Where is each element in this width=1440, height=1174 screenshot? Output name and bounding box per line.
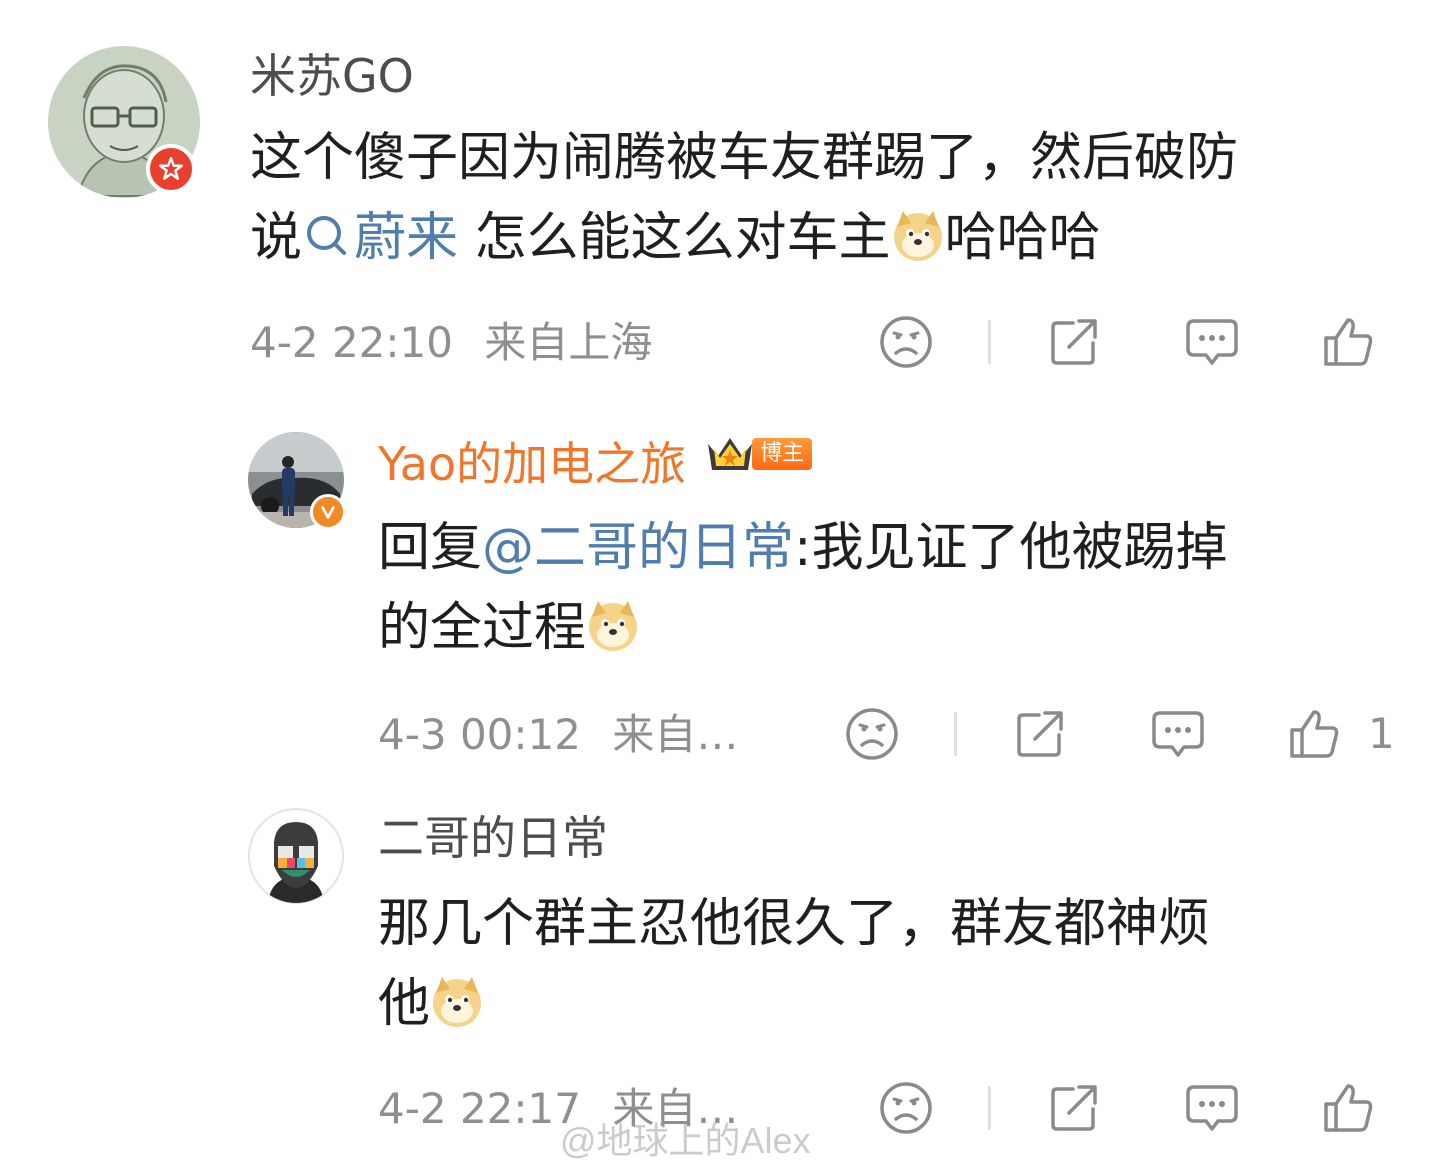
dislike-button[interactable] [876,1080,936,1136]
divider [988,1086,991,1130]
comment-meta: 4-3 00:12 来自… [378,710,738,760]
author-name[interactable]: Yao的加电之旅 博主 [378,434,813,492]
like-button[interactable] [1318,314,1378,370]
thumbs-up-icon [1290,710,1339,758]
comment-text: 这个傻子因为闹腾被车友群踢了，然后破防 说蔚来 怎么能这么对车主 哈哈哈 [250,118,1410,278]
timestamp: 4-2 22:17 [378,1084,581,1133]
doge-emoji-icon [589,601,638,651]
red-star-badge-icon [146,144,196,194]
watermark: @地球上的Alex [560,1120,811,1161]
comment-text-part: 哈哈哈 [944,208,1101,268]
avatar[interactable] [248,808,344,904]
action-bar [860,314,1420,370]
location: 来自… [612,710,739,759]
author-name-label: Yao的加电之旅 [378,437,687,491]
avatar[interactable] [248,432,346,530]
comment-text: 回复@二哥的日常:我见证了他被踢掉 的全过程 [378,508,1408,668]
divider [954,712,957,756]
comment-text-line-1: 这个傻子因为闹腾被车友群踢了，然后破防 [250,128,1239,188]
crown-icon [708,438,753,470]
comment-icon [1152,711,1204,757]
sad-face-icon [880,1082,932,1134]
share-icon [1051,1085,1097,1131]
reply-button[interactable] [1148,706,1208,762]
share-button[interactable] [1044,314,1104,370]
comment-icon [1186,319,1238,365]
comment-text-line-1: 那几个群主忍他很久了，群友都神烦 [378,894,1211,954]
divider [988,320,991,364]
thumbs-up-icon [1324,318,1373,366]
author-name[interactable]: 米苏GO [250,48,414,104]
avatar[interactable] [48,46,200,198]
comment-text: 那几个群主忍他很久了，群友都神烦 他 [378,884,1408,1044]
topic-link[interactable]: 蔚来 [302,208,458,268]
like-count: 1 [1368,709,1395,758]
comment-text-part: 说 [250,208,303,268]
dislike-button[interactable] [876,314,936,370]
sad-face-icon [880,316,932,368]
action-bar [860,1080,1420,1136]
comment-text-part: 怎么能这么对车主 [458,208,891,268]
share-button[interactable] [1044,1080,1104,1136]
share-button[interactable] [1010,706,1070,762]
search-icon [307,216,347,255]
comment-text-part: 他 [378,974,431,1034]
dislike-button[interactable] [842,706,902,762]
blogger-label: 博主 [752,438,813,470]
like-button[interactable] [1318,1080,1378,1136]
timestamp: 4-2 22:10 [250,318,453,367]
comment-text-part: 的全过程 [378,598,587,658]
verified-v-icon [310,494,346,530]
comment-meta: 4-2 22:10 来自上海 [250,318,652,368]
topic-label: 蔚来 [354,208,459,268]
comment-text-part: :我见证了他被踢掉 [794,518,1228,578]
reply-button[interactable] [1182,1080,1242,1136]
author-name[interactable]: 二哥的日常 [378,810,608,866]
reply-button[interactable] [1182,314,1242,370]
sad-face-icon [846,708,898,760]
comment-icon [1186,1085,1238,1131]
blogger-badge: 博主 [704,434,813,474]
action-bar: 1 [826,706,1426,762]
thumbs-up-icon [1324,1084,1373,1132]
share-icon [1017,711,1063,757]
doge-emoji-icon [433,977,482,1027]
location: 来自上海 [484,318,653,367]
mention-link[interactable]: @二哥的日常 [482,518,794,578]
reply-prefix: 回复 [378,518,483,578]
doge-emoji-icon [893,211,942,261]
like-button[interactable] [1284,706,1344,762]
timestamp: 4-3 00:12 [378,710,581,759]
share-icon [1051,319,1097,365]
